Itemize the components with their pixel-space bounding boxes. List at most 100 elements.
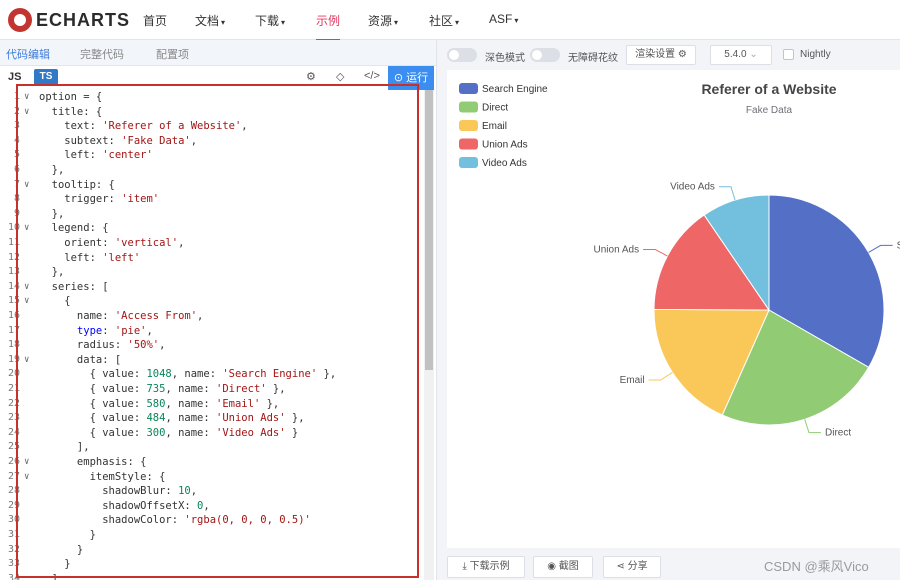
code-text: } bbox=[39, 529, 96, 541]
a11y-toggle[interactable] bbox=[530, 48, 560, 62]
tab-code-edit[interactable]: 代码编辑 bbox=[6, 46, 50, 62]
code-text: ] bbox=[39, 572, 58, 580]
line-number: 2 bbox=[13, 105, 20, 117]
code-line[interactable]: 30 shadowColor: 'rgba(0, 0, 0, 0.5)' bbox=[0, 513, 420, 528]
fold-toggle-icon[interactable]: ∨ bbox=[24, 455, 29, 470]
render-settings-label: 渲染设置 bbox=[635, 49, 676, 60]
code-line[interactable]: 9 }, bbox=[0, 207, 420, 222]
code-line[interactable]: 11 orient: 'vertical', bbox=[0, 236, 420, 251]
code-line[interactable]: 14 ∨ series: [ bbox=[0, 280, 420, 295]
code-line[interactable]: 17 type: 'pie', bbox=[0, 324, 420, 339]
fold-toggle-icon[interactable]: ∨ bbox=[24, 90, 29, 105]
code-line[interactable]: 25 ], bbox=[0, 440, 420, 455]
code-line[interactable]: 8 trigger: 'item' bbox=[0, 192, 420, 207]
fold-toggle-icon[interactable]: ∨ bbox=[24, 221, 29, 236]
nightly-checkbox[interactable] bbox=[783, 49, 794, 60]
dark-mode-label: 深色模式 bbox=[485, 53, 525, 64]
fold-toggle-icon[interactable]: ∨ bbox=[24, 294, 29, 309]
code-line[interactable]: 2 ∨ title: { bbox=[0, 105, 420, 120]
chart-title: Referer of a Website bbox=[701, 81, 836, 97]
nav-item-label: 资源 bbox=[368, 14, 393, 28]
code-line[interactable]: 34 ] bbox=[0, 572, 420, 580]
code-line[interactable]: 22 { value: 580, name: 'Email' }, bbox=[0, 397, 420, 412]
legend-swatch bbox=[459, 157, 478, 168]
format-icon[interactable]: ⚙ bbox=[306, 70, 316, 83]
line-number: 18 bbox=[7, 339, 20, 351]
code-line[interactable]: 27 ∨ itemStyle: { bbox=[0, 470, 420, 485]
code-line[interactable]: 4 subtext: 'Fake Data', bbox=[0, 134, 420, 149]
screenshot-label: 截图 bbox=[558, 561, 579, 572]
legend-label: Email bbox=[482, 121, 507, 132]
legend-item[interactable]: Search Engine bbox=[459, 83, 548, 95]
lang-ts-toggle[interactable]: TS bbox=[34, 69, 58, 85]
code-line[interactable]: 10 ∨ legend: { bbox=[0, 221, 420, 236]
line-number: 19 bbox=[7, 353, 20, 365]
nav-item-6[interactable]: ASF ▾ bbox=[489, 12, 518, 26]
tab-options[interactable]: 配置项 bbox=[156, 46, 189, 62]
caret-down-icon: ▾ bbox=[394, 18, 399, 27]
legend-item[interactable]: Union Ads bbox=[459, 138, 528, 151]
code-line[interactable]: 28 shadowBlur: 10, bbox=[0, 484, 420, 499]
nav-item-2[interactable]: 下载 ▾ bbox=[255, 12, 285, 29]
code-line[interactable]: 5 left: 'center' bbox=[0, 148, 420, 163]
fold-toggle-icon[interactable]: ∨ bbox=[24, 470, 29, 485]
fold-toggle-icon[interactable]: ∨ bbox=[24, 105, 29, 120]
pie-chart[interactable]: Search Engine Direct Email Union Ads Video A… bbox=[447, 70, 900, 548]
download-example-button[interactable]: ⤓ 下载示例 bbox=[447, 556, 525, 578]
code-text: title: { bbox=[39, 105, 103, 118]
code-line[interactable]: 20 { value: 1048, name: 'Search Engine' … bbox=[0, 367, 420, 382]
nav-item-3[interactable]: 示例 bbox=[316, 12, 341, 41]
run-button[interactable]: ⊙ 运行 bbox=[388, 66, 434, 90]
fold-toggle-icon[interactable]: ∨ bbox=[24, 178, 29, 193]
code-line[interactable]: 26 ∨ emphasis: { bbox=[0, 455, 420, 470]
code-text: } bbox=[39, 558, 71, 571]
nav-item-0[interactable]: 首页 bbox=[143, 12, 167, 29]
legend-item[interactable]: Direct bbox=[459, 101, 508, 114]
fold-toggle-icon[interactable]: ∨ bbox=[24, 280, 29, 295]
code-line[interactable]: 23 { value: 484, name: 'Union Ads' }, bbox=[0, 411, 420, 426]
version-select[interactable]: 5.4.0 ⌄ bbox=[710, 45, 772, 65]
code-line[interactable]: 12 left: 'left' bbox=[0, 251, 420, 266]
cube-icon[interactable]: ◇ bbox=[336, 70, 344, 83]
code-editor[interactable]: 1 ∨ option = {2 ∨ title: {3 text: 'Referer … bbox=[0, 90, 436, 580]
nav-item-label: 首页 bbox=[143, 14, 168, 28]
code-line[interactable]: 6 }, bbox=[0, 163, 420, 178]
nav-item-4[interactable]: 资源 ▾ bbox=[368, 12, 398, 29]
code-line[interactable]: 18 radius: '50%', bbox=[0, 338, 420, 353]
dark-mode-toggle[interactable] bbox=[447, 48, 477, 62]
code-line[interactable]: 15 ∨ { bbox=[0, 294, 420, 309]
share-button[interactable]: ⋖ 分享 bbox=[603, 556, 661, 578]
code-text: subtext: 'Fake Data', bbox=[39, 134, 198, 147]
nav-item-1[interactable]: 文档 ▾ bbox=[195, 12, 225, 29]
nav-item-label: 文档 bbox=[195, 14, 220, 28]
legend-swatch bbox=[459, 120, 478, 131]
echarts-logo[interactable]: ECHARTS bbox=[8, 7, 130, 33]
code-text: text: 'Referer of a Website', bbox=[39, 120, 248, 133]
legend-swatch bbox=[459, 138, 478, 150]
nav-item-5[interactable]: 社区 ▾ bbox=[429, 12, 459, 29]
code-line[interactable]: 19 ∨ data: [ bbox=[0, 353, 420, 368]
code-line[interactable]: 29 shadowOffsetX: 0, bbox=[0, 499, 420, 514]
lang-js-toggle[interactable]: JS bbox=[8, 71, 21, 83]
code-line[interactable]: 24 { value: 300, name: 'Video Ads' } bbox=[0, 426, 420, 441]
code-line[interactable]: 16 name: 'Access From', bbox=[0, 309, 420, 324]
code-line[interactable]: 3 text: 'Referer of a Website', bbox=[0, 119, 420, 134]
screenshot-button[interactable]: ◉ 截图 bbox=[533, 556, 593, 578]
code-icon[interactable]: </> bbox=[364, 70, 380, 82]
legend-item[interactable]: Video Ads bbox=[459, 157, 527, 169]
code-line[interactable]: 32 } bbox=[0, 543, 420, 558]
code-text: { value: 1048, name: 'Search Engine' }, bbox=[39, 368, 337, 381]
editor-scrollbar-thumb[interactable] bbox=[425, 90, 433, 370]
code-line[interactable]: 7 ∨ tooltip: { bbox=[0, 178, 420, 193]
code-line[interactable]: 21 { value: 735, name: 'Direct' }, bbox=[0, 382, 420, 397]
chart-subtitle: Fake Data bbox=[746, 105, 793, 116]
tab-full-code[interactable]: 完整代码 bbox=[80, 46, 124, 62]
fold-toggle-icon[interactable]: ∨ bbox=[24, 353, 29, 368]
code-line[interactable]: 1 ∨ option = { bbox=[0, 90, 420, 105]
render-settings-button[interactable]: 渲染设置 ⚙ bbox=[626, 45, 696, 65]
code-line[interactable]: 31 } bbox=[0, 528, 420, 543]
code-line[interactable]: 13 }, bbox=[0, 265, 420, 280]
code-line[interactable]: 33 } bbox=[0, 557, 420, 572]
top-navbar: ECHARTS 首页 文档 ▾ 下载 ▾ 示例 资源 ▾ 社区 ▾ ASF ▾ bbox=[0, 0, 900, 41]
legend-item[interactable]: Email bbox=[459, 120, 507, 132]
